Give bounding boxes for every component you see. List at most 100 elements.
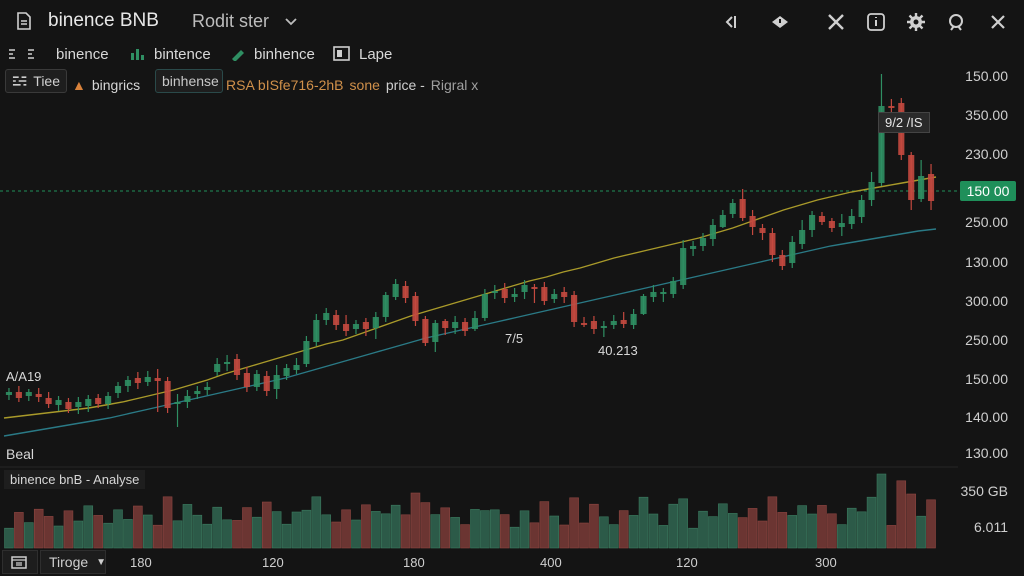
candle-body	[868, 182, 875, 200]
alert-icon[interactable]	[770, 12, 790, 32]
candle-body	[600, 326, 607, 328]
candle-body	[35, 394, 42, 397]
candle-body	[184, 396, 191, 402]
volume-bar	[529, 522, 540, 549]
candle-body	[204, 387, 211, 390]
calendar-button[interactable]	[2, 550, 38, 574]
info-signal[interactable]: Rigral x	[431, 77, 478, 93]
price-tick: 250.00	[965, 332, 1008, 348]
gear-icon[interactable]	[906, 12, 926, 32]
candle-body	[779, 255, 786, 266]
bingrics-label: bingrics	[91, 77, 141, 93]
candle-body	[452, 322, 459, 328]
timeframe-button[interactable]: Tiee	[5, 69, 67, 93]
price-tick: 250.00	[965, 214, 1008, 230]
candles	[5, 74, 935, 427]
candle-body	[164, 381, 171, 408]
volume-bar	[737, 517, 748, 549]
volume-bar	[202, 523, 213, 549]
candle-body	[610, 321, 617, 325]
volume-bar	[93, 515, 103, 549]
candle-body	[749, 216, 756, 227]
candle-body	[75, 402, 82, 407]
candle-body	[838, 223, 845, 227]
candle-body	[739, 199, 746, 218]
candle-body	[283, 368, 290, 376]
volume-bar	[906, 493, 916, 549]
info-line: RSA bISfe716-2hB sone price - Rigral x	[226, 72, 478, 98]
volume-tick: 350 GB	[960, 483, 1008, 499]
candle-body	[630, 314, 637, 325]
ma-line-yellow	[3, 176, 937, 419]
volume-bar	[24, 522, 34, 549]
candle-body	[828, 221, 835, 228]
candle-body	[15, 392, 22, 398]
symbol-selector[interactable]: Rodit ster	[192, 11, 269, 32]
volume-bar	[123, 519, 133, 549]
volume-bar	[757, 520, 768, 549]
pencil-icon	[232, 50, 244, 61]
document-icon[interactable]	[14, 11, 34, 31]
volume-bar	[470, 509, 480, 549]
candle-body	[124, 380, 132, 386]
volume-bar	[866, 496, 877, 549]
tools-icon[interactable]	[826, 12, 846, 32]
price-tick: 230.00	[965, 146, 1008, 162]
candle-body	[799, 230, 806, 244]
candle-body	[323, 313, 330, 320]
candle-body	[342, 324, 350, 331]
chart-canvas[interactable]	[0, 0, 1024, 576]
candle-body	[362, 322, 369, 329]
candle-body	[442, 321, 449, 328]
tab-label: binhence	[254, 45, 315, 63]
volume-bar	[688, 527, 698, 549]
volume-bar	[837, 524, 847, 549]
volume-bar	[777, 512, 788, 549]
candle-body	[95, 398, 102, 404]
volume-bar	[172, 520, 183, 549]
volume-bar	[609, 524, 619, 549]
tab-binence[interactable]: binence	[8, 44, 109, 64]
beat-label: Beal	[6, 446, 35, 462]
price-tick: 150.00	[965, 371, 1008, 387]
symbol-pill[interactable]: binhense	[155, 69, 223, 93]
candle-body	[908, 155, 915, 200]
volume-bar	[400, 514, 411, 549]
timeframe-label: Tiee	[33, 73, 60, 89]
tab-lape[interactable]: Lape	[333, 44, 392, 64]
candle-body	[640, 296, 647, 314]
tab-bintence[interactable]: bintence	[130, 44, 211, 64]
price-tick: 140.00	[965, 409, 1008, 425]
back-icon[interactable]	[720, 12, 740, 32]
candle-body	[25, 392, 32, 396]
volume-bar	[519, 510, 530, 549]
volume-bar	[271, 511, 282, 549]
candle-body	[481, 294, 488, 318]
candle-body	[680, 248, 687, 285]
volume-bar	[4, 527, 14, 549]
volume-bar	[539, 501, 550, 549]
tab-binhence[interactable]: binhence	[230, 44, 315, 64]
chevron-down-icon[interactable]	[284, 14, 298, 28]
volume-bar	[182, 504, 193, 549]
volume-tick: 6.011	[974, 519, 1008, 535]
user-icon[interactable]	[946, 12, 966, 32]
volume-bar	[589, 503, 599, 549]
annotation-mid: 7/5	[505, 331, 524, 346]
candle-body	[650, 292, 657, 297]
tab-label: binence	[56, 45, 109, 63]
volume-bar	[460, 524, 470, 549]
bingrics-dropdown[interactable]: ▲ bingrics	[72, 72, 140, 98]
candle-body	[5, 392, 13, 395]
candle-body	[273, 375, 280, 389]
candle-body	[134, 378, 141, 383]
range-dropdown[interactable]: Tiroge ▼	[40, 550, 106, 574]
volume-bar	[371, 511, 381, 549]
volume-bar	[420, 502, 431, 549]
info-price: price -	[385, 77, 425, 93]
volume-bar	[876, 473, 887, 549]
volume-bar	[490, 509, 500, 549]
close-icon[interactable]	[988, 12, 1008, 32]
info-icon[interactable]	[866, 12, 886, 32]
range-label: Tiroge	[49, 554, 89, 570]
